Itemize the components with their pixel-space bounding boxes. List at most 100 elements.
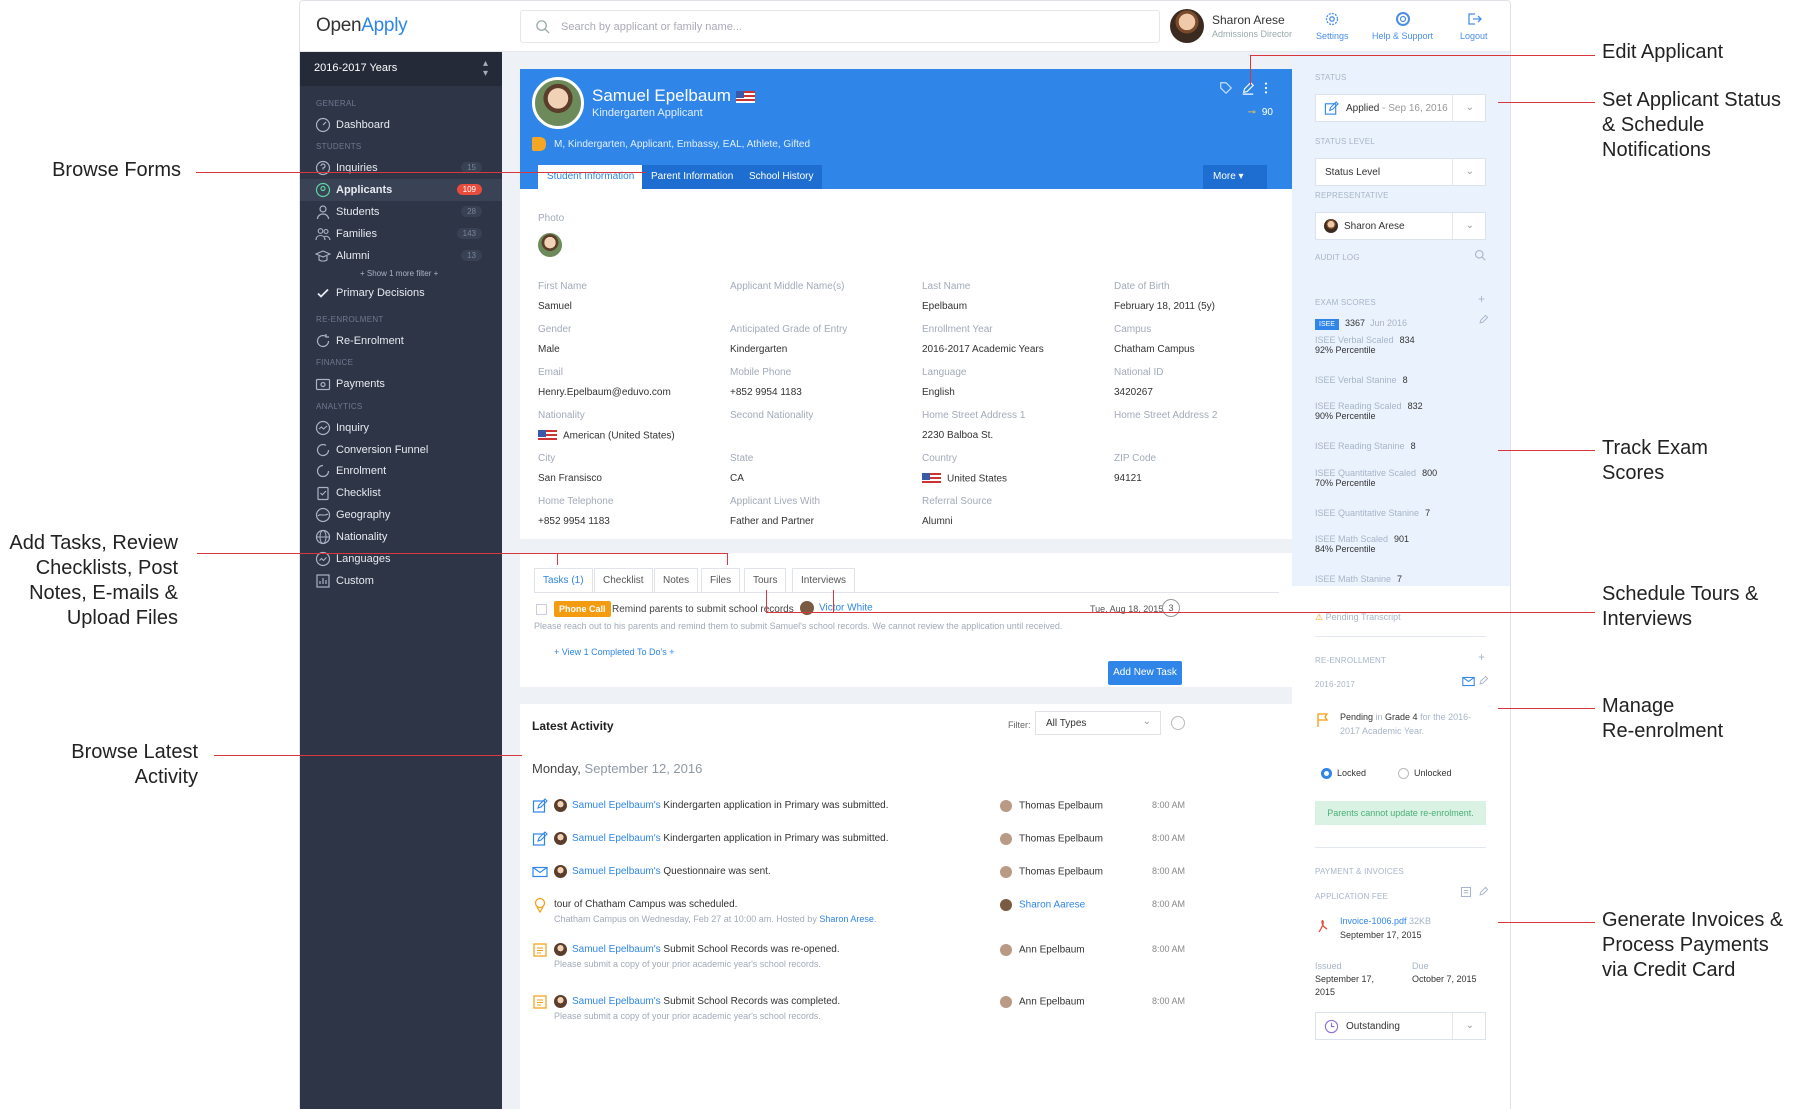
sidebar-item-dashboard[interactable]: Dashboard (300, 114, 502, 136)
annotation-line: Scores (1602, 462, 1665, 484)
more-button[interactable]: More ▾ (1203, 165, 1267, 189)
add-icon[interactable]: + (1478, 292, 1485, 306)
logout-button[interactable]: Logout (1460, 11, 1488, 41)
activity-row: Samuel Epelbaum's Submit School Records … (532, 942, 1282, 978)
reenrolment-notice: Parents cannot update re-enrolment. (1315, 801, 1486, 825)
activity-date-heading: Monday, September 12, 2016 (532, 761, 702, 776)
tab-checklist[interactable]: Checklist (594, 568, 653, 592)
isee-total: ISEE 3367 Jun 2016 (1315, 318, 1413, 330)
more-vertical-icon[interactable] (1263, 81, 1269, 95)
annotation-line: Activity (134, 766, 198, 788)
annotation-edit-applicant: Edit Applicant (1602, 41, 1724, 63)
representative-dropdown[interactable]: Sharon Arese ⌄ (1315, 212, 1486, 240)
tab-school-history[interactable]: School History (740, 165, 823, 189)
invoice-link[interactable]: Invoice-1006.pdf (1340, 916, 1407, 926)
search-box[interactable] (520, 10, 1160, 43)
host-link[interactable]: Sharon Arese (819, 914, 874, 924)
edit-pencil-icon[interactable] (1478, 886, 1489, 897)
tab-files[interactable]: Files (701, 568, 741, 592)
location-pin-icon (534, 897, 546, 913)
sidebar-item-families[interactable]: Families 143 (300, 223, 502, 245)
tab-parent-information[interactable]: Parent Information (642, 165, 743, 189)
field-mobile-phone: Mobile Phone +852 9954 1183 (730, 367, 802, 398)
applicant-link[interactable]: Samuel Epelbaum's (572, 944, 661, 955)
applicant-link[interactable]: Samuel Epelbaum's (572, 996, 661, 1007)
sidebar-item-payments[interactable]: Payments (300, 373, 502, 395)
exam-value: 8 (1410, 441, 1416, 451)
sidebar-item-primary-decisions[interactable]: Primary Decisions (300, 282, 502, 304)
add-new-task-button[interactable]: Add New Task (1108, 661, 1182, 685)
inquiry-icon (315, 160, 331, 176)
edit-pencil-icon[interactable] (1478, 675, 1489, 686)
view-completed-link[interactable]: + View 1 Completed To Do's + (554, 647, 674, 657)
field-label: Campus (1114, 324, 1152, 335)
tab-interviews[interactable]: Interviews (792, 568, 856, 592)
edit-pencil-icon[interactable] (1478, 314, 1489, 325)
sidebar-item-nationality[interactable]: Nationality (300, 526, 502, 548)
actor-name: Ann Epelbaum (1019, 996, 1085, 1008)
issued-label: Issued (1315, 961, 1342, 971)
sidebar-item-applicants[interactable]: Applicants 109 (300, 179, 502, 201)
field-label: Home Telephone (538, 496, 614, 507)
envelope-icon[interactable] (1462, 676, 1475, 687)
sidebar-item-checklist[interactable]: Checklist (300, 482, 502, 504)
activity-date: September 12, 2016 (584, 761, 703, 776)
sidebar-item-inquiry[interactable]: Inquiry (300, 417, 502, 439)
sidebar-item-geography[interactable]: Geography (300, 504, 502, 526)
envelope-icon (532, 866, 548, 878)
edit-form-icon (1324, 101, 1339, 115)
task-title[interactable]: Remind parents to submit school records … (612, 604, 809, 615)
edit-pencil-icon[interactable] (1241, 81, 1255, 95)
tab-student-information[interactable]: Student Information (538, 165, 644, 189)
applicant-link[interactable]: Samuel Epelbaum's (572, 833, 661, 844)
tab-tours[interactable]: Tours (744, 568, 787, 592)
sidebar-item-enrolment[interactable]: Enrolment (300, 460, 502, 482)
callout-line-tours-v1 (766, 590, 767, 612)
status-dropdown[interactable]: Applied - Sep 16, 2016 ⌄ (1315, 94, 1486, 122)
add-icon[interactable]: + (1478, 650, 1485, 664)
task-checkbox[interactable] (536, 604, 547, 615)
activity-actor[interactable]: Sharon Aarese (1000, 899, 1085, 911)
user-menu[interactable]: Sharon Arese Admissions Director (1170, 9, 1300, 45)
tag-outline-icon[interactable] (1219, 81, 1233, 95)
tab-tasks[interactable]: Tasks (1) (534, 568, 593, 592)
activity-title: Latest Activity (532, 719, 614, 733)
settings-button[interactable]: Settings (1316, 11, 1349, 41)
document-icon[interactable] (1460, 886, 1472, 898)
field-value: February 18, 2011 (5y) (1114, 301, 1215, 312)
search-input[interactable] (561, 18, 1121, 36)
globe-icon (315, 529, 331, 545)
sidebar-item-reenrolment[interactable]: Re-Enrolment (300, 330, 502, 352)
logout-icon (1468, 13, 1482, 25)
help-button[interactable]: Help & Support (1372, 11, 1433, 41)
sidebar-item-languages[interactable]: Languages (300, 548, 502, 570)
applicant-link[interactable]: Samuel Epelbaum's (572, 800, 661, 811)
sidebar-item-custom[interactable]: Custom (300, 570, 502, 592)
applicant-link[interactable]: Samuel Epelbaum's (572, 866, 661, 877)
task-count-badge[interactable]: 3 (1162, 599, 1180, 617)
activity-type-filter[interactable]: All Types ⌄ (1035, 711, 1161, 735)
tab-notes[interactable]: Notes (654, 568, 699, 592)
status-level-dropdown[interactable]: Status Level ⌄ (1315, 158, 1486, 186)
invoice-size: 32KB (1406, 916, 1432, 926)
locked-radio[interactable]: Locked (1321, 768, 1366, 780)
show-more-filter-link[interactable]: + Show 1 more filter + (360, 269, 438, 278)
logo[interactable]: OpenApply (316, 15, 408, 37)
sidebar-item-students[interactable]: Students 28 (300, 201, 502, 223)
photo-thumbnail[interactable] (538, 233, 562, 257)
field-value: +852 9954 1183 (538, 516, 610, 527)
year-selector[interactable]: 2016-2017 Years ▴ ▾ (300, 52, 502, 86)
unlocked-radio[interactable]: Unlocked (1398, 768, 1452, 780)
search-icon[interactable] (1474, 249, 1486, 261)
activity-message: Questionnaire was sent. (660, 866, 771, 877)
clipboard-icon (317, 486, 329, 501)
exam-value: 901 (1394, 534, 1410, 544)
key-icon: ⊸ (1247, 107, 1256, 118)
print-icon[interactable] (1171, 716, 1185, 730)
sidebar-item-conversion-funnel[interactable]: Conversion Funnel (300, 439, 502, 461)
student-icon (316, 205, 330, 220)
sidebar-item-inquiries[interactable]: Inquiries 15 (300, 157, 502, 179)
exam-value: 7 (1397, 574, 1403, 584)
sidebar-item-alumni[interactable]: Alumni 13 (300, 245, 502, 267)
payment-status-dropdown[interactable]: Outstanding ⌄ (1315, 1012, 1486, 1040)
